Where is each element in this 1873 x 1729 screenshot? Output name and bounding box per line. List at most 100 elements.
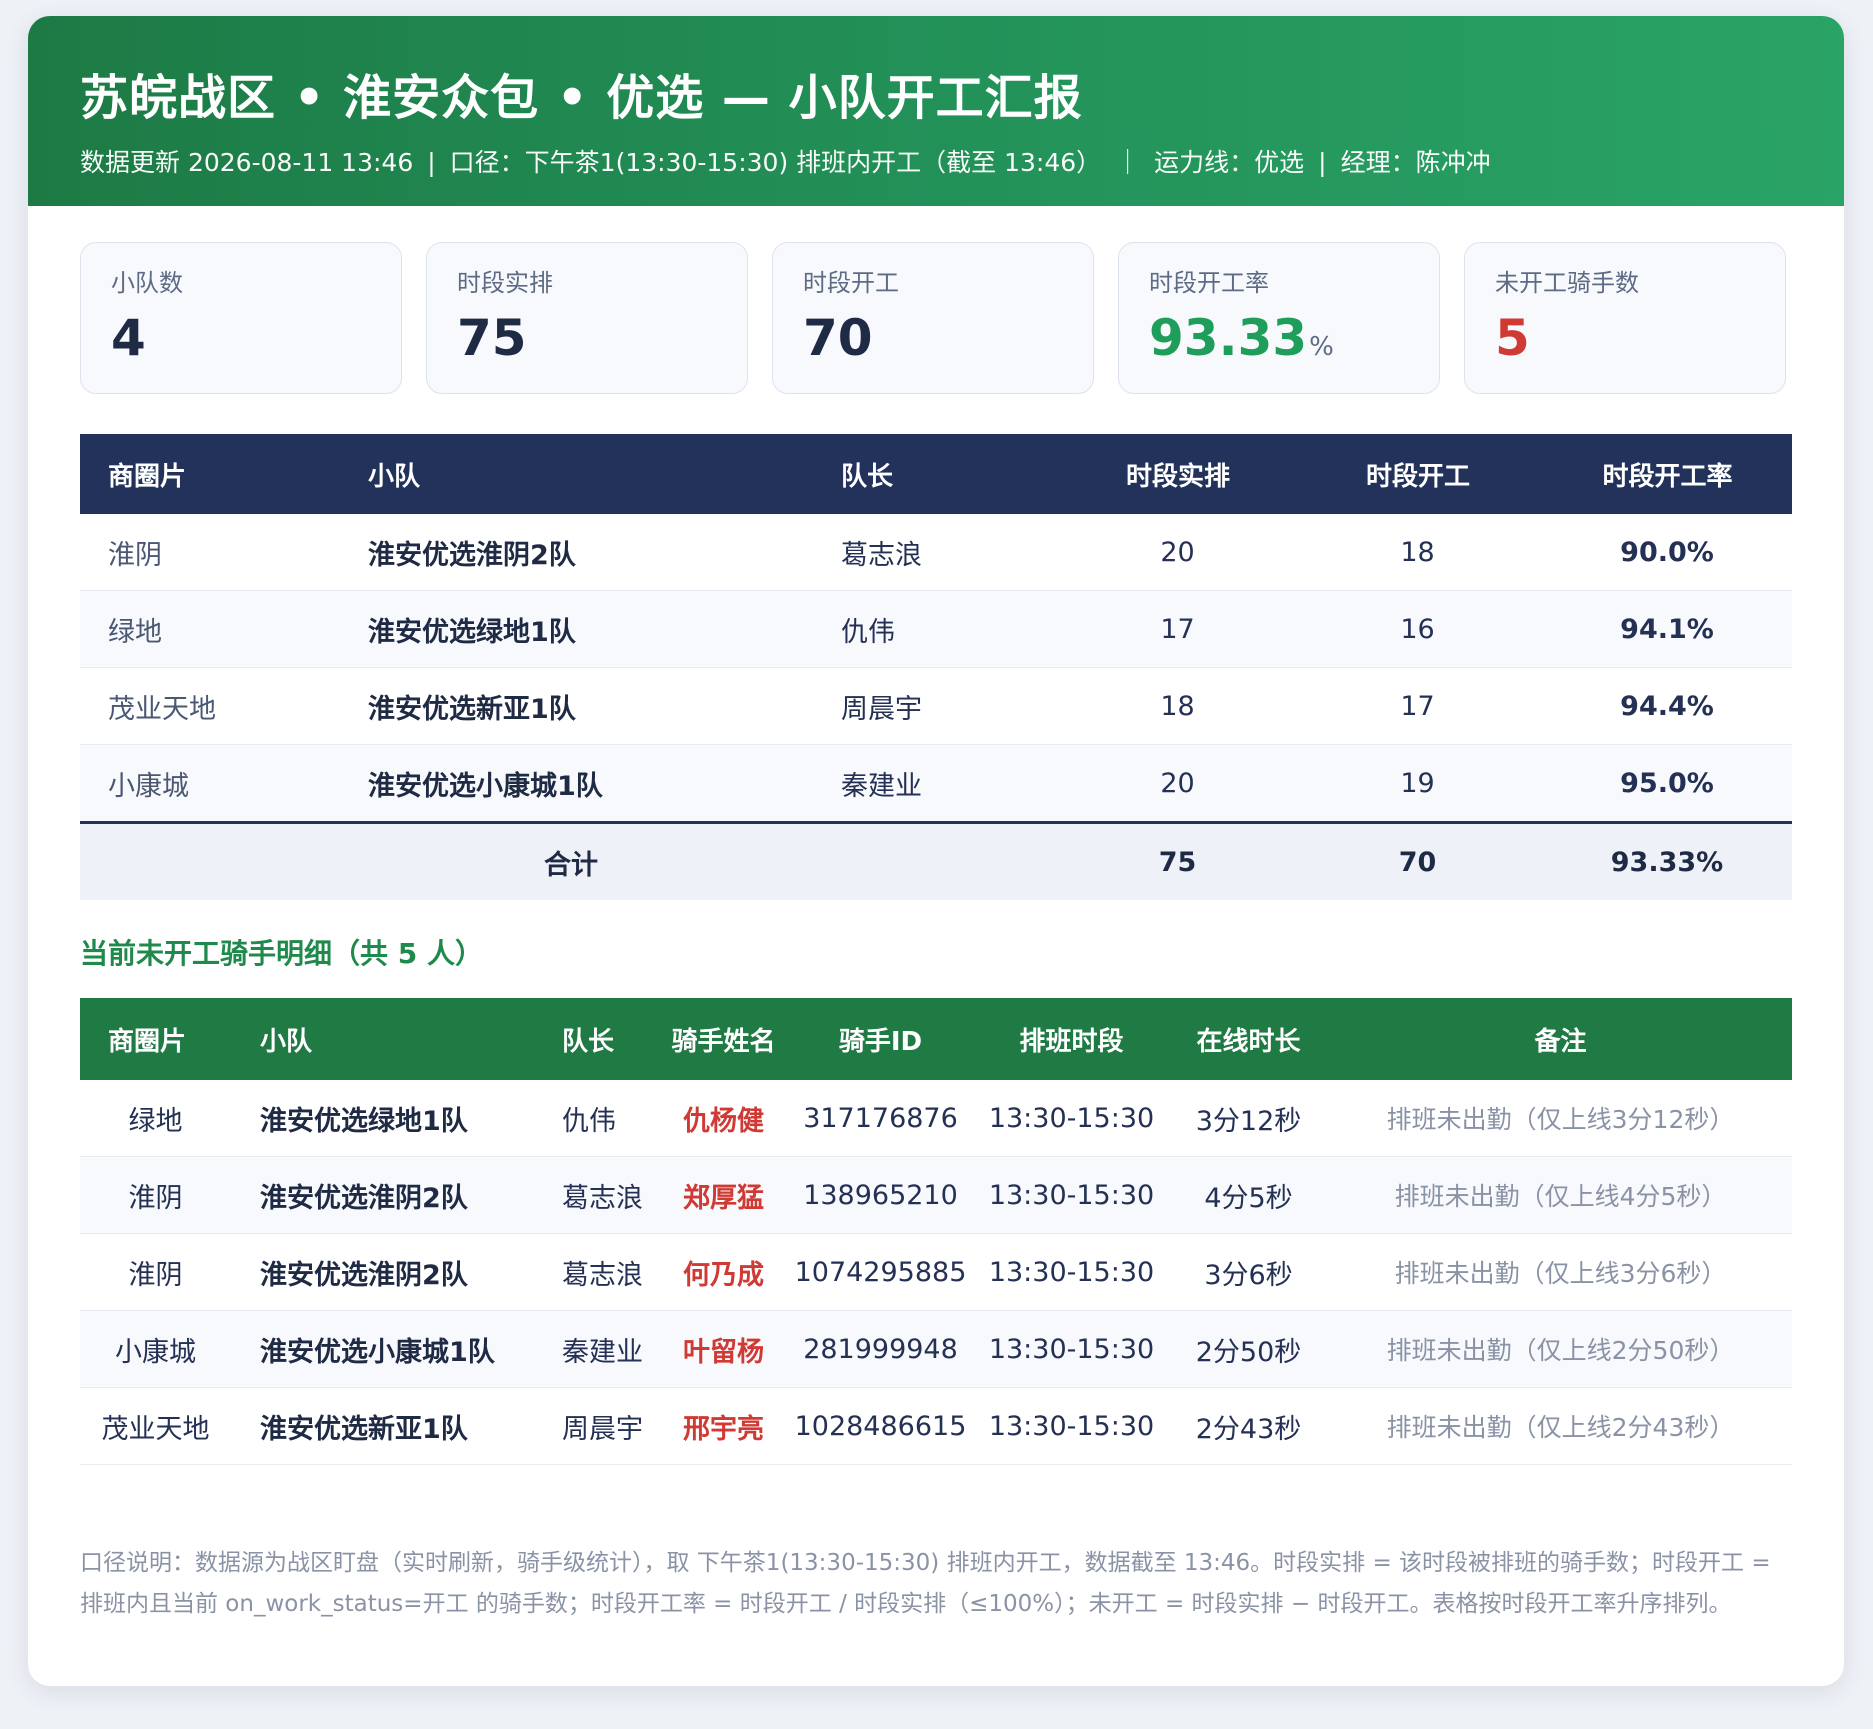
total-rate: 93.33% <box>1543 821 1792 900</box>
kpi-label: 时段实排 <box>457 269 553 297</box>
total-label: 合计 <box>80 821 1063 900</box>
kpi-value: 93.33% <box>1149 313 1409 363</box>
slot-cell: 13:30-15:30 <box>976 1156 1168 1234</box>
table-row: 茂业天地 淮安优选新亚1队 周晨宇 18 17 94.4% <box>80 667 1792 745</box>
table-header-row: 商圈片 小队 队长 时段实排 时段开工 时段开工率 <box>80 434 1792 514</box>
leader-cell: 周晨宇 <box>534 1387 662 1465</box>
kpi-label: 时段开工率 <box>1149 269 1269 297</box>
column-header: 时段开工 <box>1293 434 1543 514</box>
online-duration-cell: 3分12秒 <box>1168 1080 1330 1157</box>
leader-cell: 周晨宇 <box>813 667 1063 745</box>
column-header: 排班时段 <box>976 998 1168 1080</box>
scheduled-cell: 20 <box>1063 744 1293 823</box>
kpi-squads: 小队数 4 <box>80 242 402 394</box>
capacity-line: 运力线：优选 <box>1154 148 1305 177</box>
started-cell: 16 <box>1293 590 1543 668</box>
slot-cell: 13:30-15:30 <box>976 1387 1168 1465</box>
column-header: 队长 <box>813 434 1063 514</box>
kpi-rate: 时段开工率 93.33% <box>1118 242 1440 394</box>
table-row: 茂业天地 淮安优选新亚1队 周晨宇 邢宇亮 1028486615 13:30-1… <box>80 1387 1792 1465</box>
column-header: 商圈片 <box>80 434 340 514</box>
leader-cell: 葛志浪 <box>813 514 1063 591</box>
table-row: 绿地 淮安优选绿地1队 仇伟 仇杨健 317176876 13:30-15:30… <box>80 1080 1792 1157</box>
column-header: 骑手ID <box>786 998 976 1080</box>
rider-id-cell: 1074295885 <box>786 1233 976 1311</box>
region-cell: 茂业天地 <box>80 667 340 745</box>
team-cell: 淮安优选新亚1队 <box>232 1387 534 1465</box>
rider-name-cell: 叶留杨 <box>662 1310 786 1388</box>
region-cell: 淮阴 <box>80 514 340 591</box>
started-cell: 19 <box>1293 744 1543 823</box>
online-duration-cell: 4分5秒 <box>1168 1156 1330 1234</box>
page-title: 苏皖战区 • 淮安众包 • 优选 — 小队开工汇报 <box>80 70 1083 126</box>
table-row: 绿地 淮安优选绿地1队 仇伟 17 16 94.1% <box>80 590 1792 668</box>
detail-section-title: 当前未开工骑手明细（共 5 人） <box>80 937 483 970</box>
note-cell: 排班未出勤（仅上线3分12秒） <box>1330 1080 1792 1157</box>
scheduled-cell: 20 <box>1063 514 1293 591</box>
slot-cell: 13:30-15:30 <box>976 1233 1168 1311</box>
rider-id-cell: 317176876 <box>786 1080 976 1157</box>
rider-id-cell: 1028486615 <box>786 1387 976 1465</box>
region-cell: 绿地 <box>80 590 340 668</box>
manager-name: 经理：陈冲冲 <box>1340 148 1491 177</box>
online-duration-cell: 3分6秒 <box>1168 1233 1330 1311</box>
column-header: 骑手姓名 <box>662 998 786 1080</box>
report-subtitle: 数据更新 2026-08-11 13:46 | 口径：下午茶1(13:30-15:3… <box>80 150 1792 175</box>
kpi-row: 小队数 4 时段实排 75 时段开工 70 时段开工率 93.33% 未开工骑手… <box>80 242 1792 394</box>
region-cell: 茂业天地 <box>80 1387 232 1465</box>
scheduled-cell: 17 <box>1063 590 1293 668</box>
team-cell: 淮安优选小康城1队 <box>340 744 813 823</box>
rate-cell: 94.1% <box>1543 590 1792 668</box>
column-header: 小队 <box>340 434 813 514</box>
kpi-value: 75 <box>457 309 527 367</box>
started-cell: 18 <box>1293 514 1543 591</box>
column-header: 商圈片 <box>80 998 232 1080</box>
online-duration-cell: 2分50秒 <box>1168 1310 1330 1388</box>
kpi-started: 时段开工 70 <box>772 242 1094 394</box>
note-cell: 排班未出勤（仅上线2分43秒） <box>1330 1387 1792 1465</box>
squad-summary-table: 商圈片 小队 队长 时段实排 时段开工 时段开工率 淮阴 淮安优选淮阴2队 葛志… <box>80 434 1792 900</box>
kpi-value: 5 <box>1495 309 1530 367</box>
region-cell: 绿地 <box>80 1080 232 1157</box>
rider-id-cell: 138965210 <box>786 1156 976 1234</box>
team-cell: 淮安优选淮阴2队 <box>340 514 813 591</box>
report-header: 苏皖战区 • 淮安众包 • 优选 — 小队开工汇报 数据更新 2026-08-1… <box>28 16 1844 206</box>
rider-detail-table: 商圈片 小队 队长 骑手姓名 骑手ID 排班时段 在线时长 备注 绿地 淮安优选… <box>80 998 1792 1465</box>
update-time: 数据更新 2026-08-11 13:46 <box>80 148 414 177</box>
kpi-value: 4 <box>111 309 146 367</box>
column-header: 时段开工率 <box>1543 434 1792 514</box>
separator: | <box>1318 148 1327 177</box>
region-cell: 淮阴 <box>80 1156 232 1234</box>
rider-name-cell: 邢宇亮 <box>662 1387 786 1465</box>
kpi-label: 未开工骑手数 <box>1495 269 1639 297</box>
kpi-scheduled: 时段实排 75 <box>426 242 748 394</box>
leader-cell: 仇伟 <box>534 1080 662 1157</box>
started-cell: 17 <box>1293 667 1543 745</box>
team-cell: 淮安优选淮阴2队 <box>232 1156 534 1234</box>
total-row: 合计 75 70 93.33% <box>80 821 1792 900</box>
kpi-not-started: 未开工骑手数 5 <box>1464 242 1786 394</box>
slot-cell: 13:30-15:30 <box>976 1080 1168 1157</box>
table-header-row: 商圈片 小队 队长 骑手姓名 骑手ID 排班时段 在线时长 备注 <box>80 998 1792 1080</box>
rider-name-cell: 何乃成 <box>662 1233 786 1311</box>
column-header: 队长 <box>534 998 662 1080</box>
kpi-rate-number: 93.33 <box>1149 309 1308 367</box>
kpi-value: 70 <box>803 309 873 367</box>
note-cell: 排班未出勤（仅上线4分5秒） <box>1330 1156 1792 1234</box>
separator: ｜ <box>1115 148 1141 177</box>
leader-cell: 葛志浪 <box>534 1233 662 1311</box>
rider-name-cell: 郑厚猛 <box>662 1156 786 1234</box>
leader-cell: 秦建业 <box>534 1310 662 1388</box>
region-cell: 小康城 <box>80 1310 232 1388</box>
column-header: 小队 <box>232 998 534 1080</box>
team-cell: 淮安优选新亚1队 <box>340 667 813 745</box>
total-started: 70 <box>1293 821 1543 900</box>
total-scheduled: 75 <box>1063 821 1293 900</box>
leader-cell: 仇伟 <box>813 590 1063 668</box>
caliber-text: 口径：下午茶1(13:30-15:30) 排班内开工（截至 13:46） <box>449 148 1102 177</box>
note-cell: 排班未出勤（仅上线2分50秒） <box>1330 1310 1792 1388</box>
kpi-unit: % <box>1309 332 1334 362</box>
report-body: 小队数 4 时段实排 75 时段开工 70 时段开工率 93.33% 未开工骑手… <box>28 206 1844 1625</box>
team-cell: 淮安优选绿地1队 <box>232 1080 534 1157</box>
kpi-label: 小队数 <box>111 269 183 297</box>
